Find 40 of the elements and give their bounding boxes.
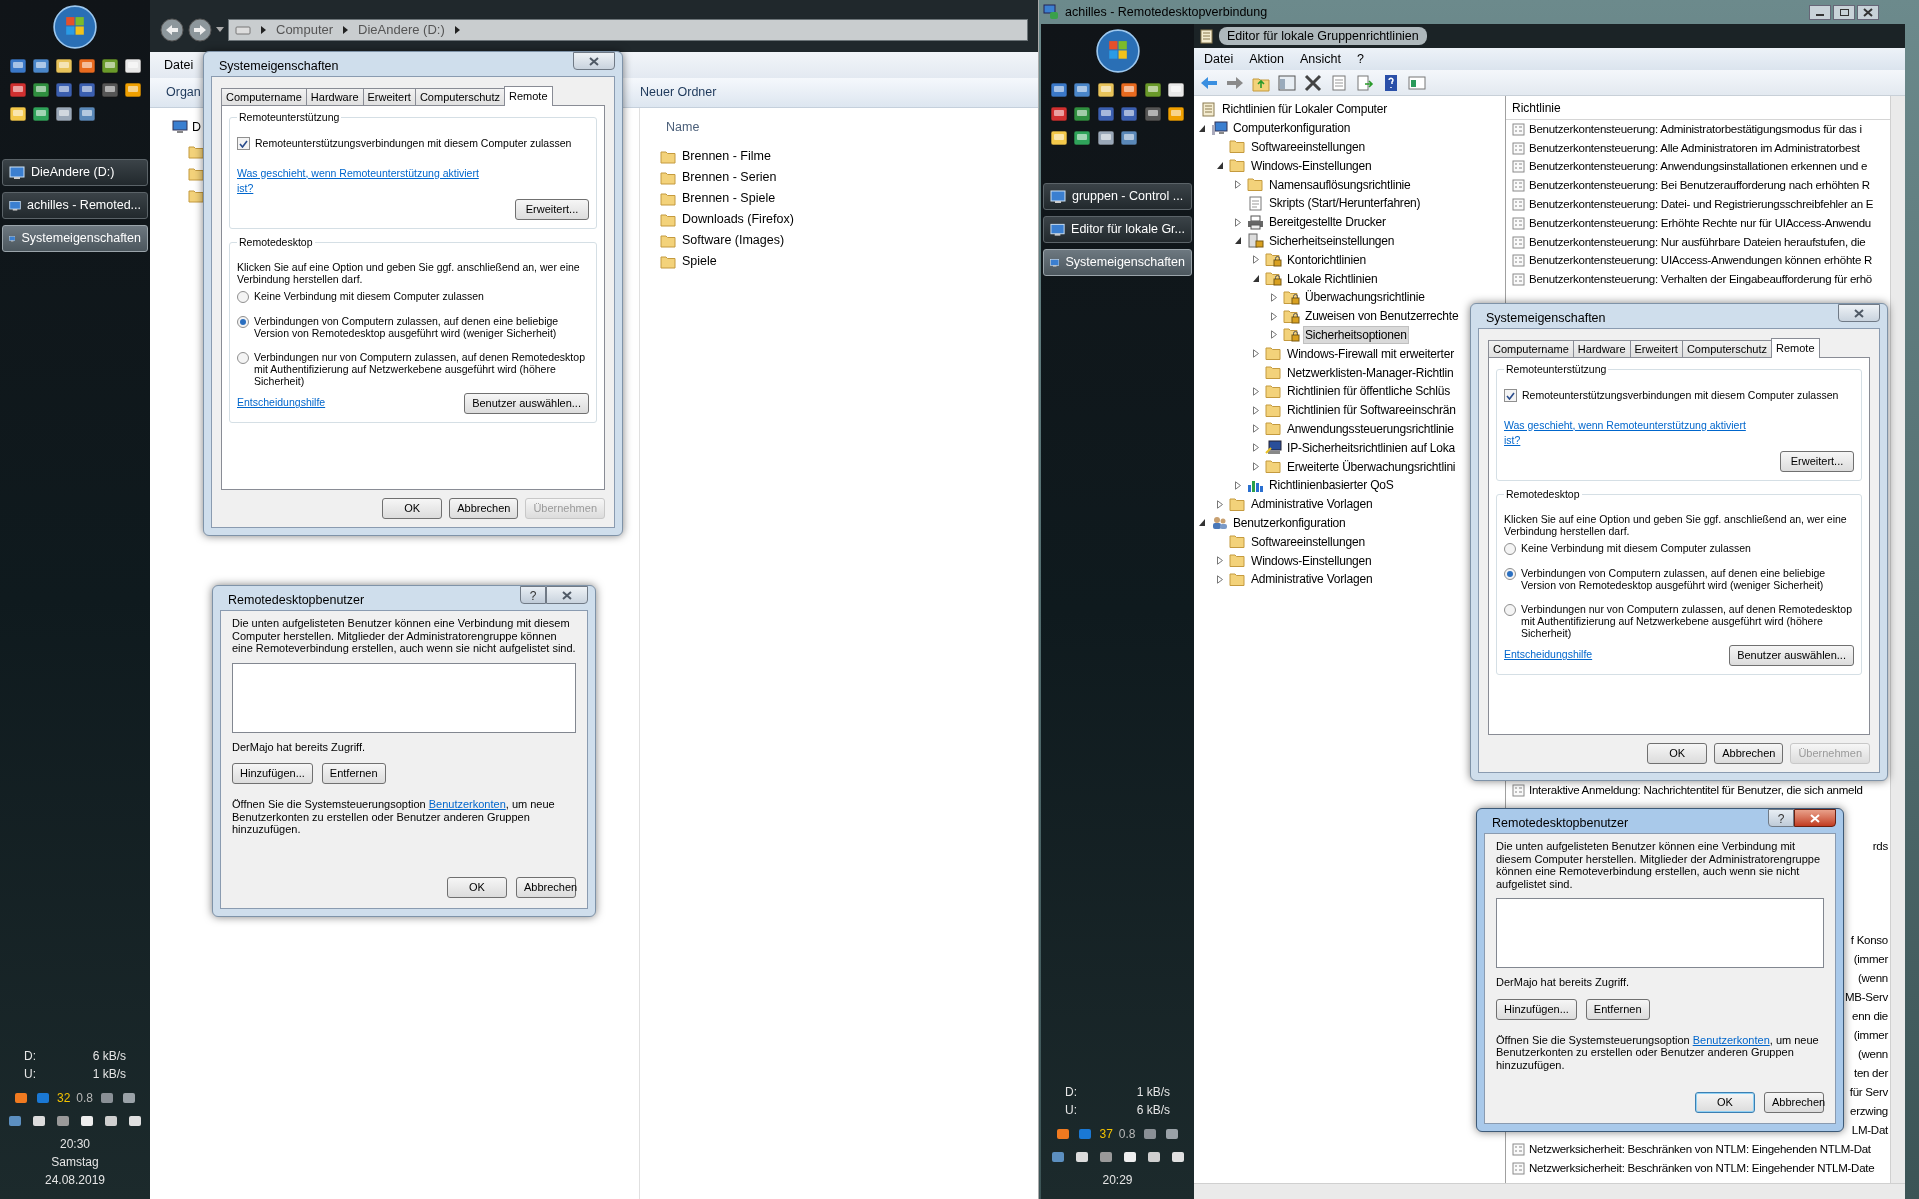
net-label: D: — [1065, 1084, 1078, 1101]
group-heading: Remotedesktop — [238, 235, 314, 250]
clock-day: Samstag — [51, 1153, 99, 1171]
window-title: Editor für lokale Gruppenrichtlinien — [1219, 26, 1427, 46]
checkbox-label: Remoteunterstützungsverbindungen mit diesem Computer zulassen — [255, 135, 572, 151]
tray-reading: 37 — [1099, 1126, 1113, 1143]
net-label: D: — [24, 1048, 37, 1065]
net-rate: 1 kB/s — [1135, 1084, 1170, 1101]
group-heading: Remoteunterstützung — [1505, 362, 1608, 377]
net-rate: 1 kB/s — [91, 1066, 126, 1083]
net-rate: 6 kB/s — [1135, 1102, 1170, 1119]
status-text: DerMajo hat bereits Zugriff. — [232, 739, 367, 755]
window-title: achilles - Remotedesktopverbindung — [1065, 3, 1268, 21]
radio-label: Keine Verbindung mit diesem Computer zulassen — [1521, 541, 1751, 554]
radio-label: Verbindungen von Computern zulassen, auf denen eine beliebige Version von Remotedesktop ausgeführt wird (weniger Sicherheit) — [254, 314, 560, 339]
note-text: Öffnen Sie die Systemsteuerungsoption Benutzerkonten, um neue Benutzerkonten zu erstellen oder Benutzer anderen Gruppen hinzuzufügen. — [1496, 1033, 1820, 1071]
group-heading: Remotedesktop — [1505, 487, 1581, 502]
dialog-title: Remotedesktopbenutzer — [1492, 815, 1629, 832]
note-text: Öffnen Sie die Systemsteuerungsoption Benutzerkonten, um neue Benutzerkonten zu erstellen oder Benutzer anderen Gruppen hinzuzufügen. — [232, 798, 556, 836]
info-text: Die unten aufgelisteten Benutzer können eine Verbindung mit diesem Computer herstellen. Mitglieder der Administratorengruppe können eine Remoteverbindung erstellen, auch wenn sie nicht aufgelistet sind. — [1496, 840, 1822, 890]
tray-reading: 0.8 — [76, 1090, 93, 1107]
info-text: Die unten aufgelisteten Benutzer können eine Verbindung mit diesem Computer herstellen. Mitglieder der Administratorengruppe können eine Remoteverbindung erstellen, auch wenn sie nicht aufgelistet sind. — [232, 617, 576, 655]
radio-label: Verbindungen nur von Computern zulassen, auf denen Remotedesktop mit Authentifizierung auf Netzwerkebene ausgeführt wird (höhere Sicherheit) — [254, 350, 586, 387]
instruction-text: Klicken Sie auf eine Option und geben Sie ggf. anschließend an, wer eine Verbindung herstellen darf. — [237, 260, 581, 285]
radio-label: Verbindungen von Computern zulassen, auf denen eine beliebige Version von Remotedesktop ausgeführt wird (weniger Sicherheit) — [1521, 566, 1827, 591]
radio-label: Keine Verbindung mit diesem Computer zulassen — [254, 289, 484, 302]
status-text: DerMajo hat bereits Zugriff. — [1496, 975, 1631, 990]
net-label: U: — [24, 1066, 37, 1083]
clock-date: 24.08.2019 — [44, 1172, 106, 1189]
net-rate: 6 kB/s — [91, 1048, 126, 1065]
group-heading: Remoteunterstützung — [238, 110, 341, 125]
tray-reading: 0.8 — [1118, 1126, 1136, 1143]
dialog-title: Remotedesktopbenutzer — [228, 592, 365, 609]
radio-label: Verbindungen nur von Computern zulassen, auf denen Remotedesktop mit Authentifizierung auf Netzwerkebene ausgeführt wird (höhere Sicherheit) — [1521, 602, 1853, 639]
net-label: U: — [1065, 1102, 1078, 1119]
dialog-title: Systemeigenschaften — [219, 58, 339, 75]
tray-reading: 32 — [56, 1090, 71, 1107]
dialog-title: Systemeigenschaften — [1486, 310, 1606, 327]
instruction-text: Klicken Sie auf eine Option und geben Sie ggf. anschließend an, wer eine Verbindung herstellen darf. — [1504, 512, 1848, 537]
checkbox-label: Remoteunterstützungsverbindungen mit diesem Computer zulassen — [1522, 387, 1839, 403]
